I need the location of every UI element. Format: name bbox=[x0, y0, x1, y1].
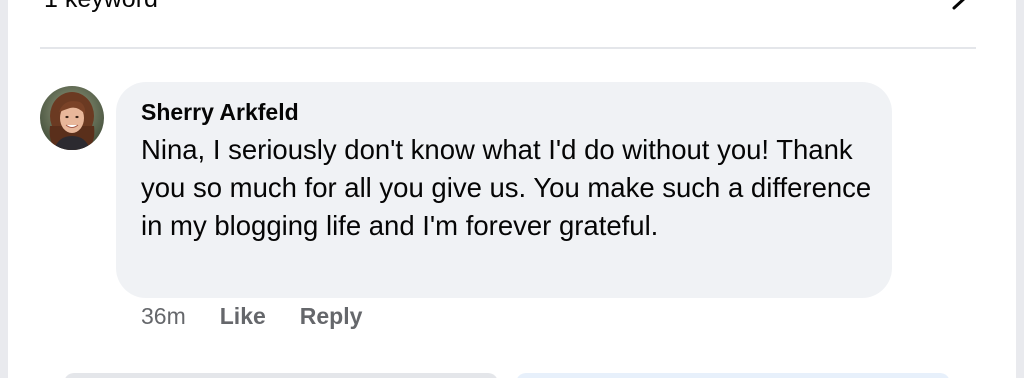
chevron-right-icon[interactable] bbox=[948, 0, 972, 14]
next-item-card-left bbox=[64, 373, 498, 378]
section-divider bbox=[40, 47, 976, 49]
reply-button[interactable]: Reply bbox=[300, 303, 363, 330]
comment-timestamp[interactable]: 36m bbox=[141, 303, 186, 330]
avatar[interactable] bbox=[40, 86, 104, 150]
comment-actions: 36m Like Reply bbox=[141, 302, 396, 330]
like-button[interactable]: Like bbox=[220, 303, 266, 330]
comments-panel: 1 keyword bbox=[8, 0, 1016, 378]
keyword-settings-row[interactable]: 1 keyword bbox=[44, 0, 976, 16]
next-item-card-right bbox=[516, 373, 950, 378]
comment-author-name[interactable]: Sherry Arkfeld bbox=[141, 98, 299, 126]
user-avatar-icon bbox=[40, 86, 104, 150]
comment-body-text: Nina, I seriously don't know what I'd do… bbox=[141, 134, 872, 241]
comment-bubble: Sherry Arkfeld Nina, I seriously don't k… bbox=[116, 82, 892, 298]
keyword-count-label: 1 keyword bbox=[44, 0, 158, 14]
